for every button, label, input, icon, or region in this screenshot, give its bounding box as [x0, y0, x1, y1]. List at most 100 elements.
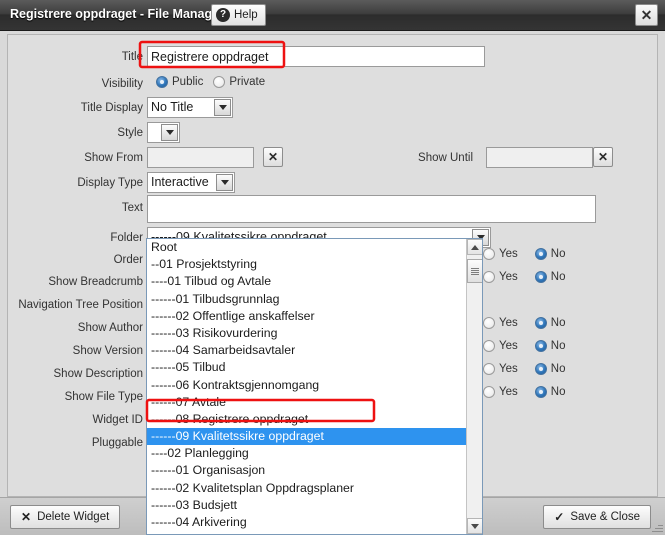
folder-option[interactable]: ------08 Registrere oppdraget: [147, 411, 467, 428]
radio-yes[interactable]: [483, 386, 495, 398]
folder-option[interactable]: ------07 Avtale: [147, 394, 467, 411]
show-until-input[interactable]: [486, 147, 593, 168]
help-button[interactable]: ? Help: [211, 4, 266, 26]
radio-option-no[interactable]: No: [534, 363, 566, 375]
radio-public[interactable]: [156, 76, 168, 88]
radio-option-no[interactable]: No: [534, 271, 565, 283]
navigation-tree-position-radio-group[interactable]: Yes No: [483, 271, 565, 283]
close-icon: ✕: [21, 510, 32, 524]
grip-icon: [471, 268, 479, 275]
folder-option[interactable]: ------04 Arkivering: [147, 514, 467, 531]
window-title: Registrere oppdraget - File Manager: [10, 7, 224, 21]
yes-label: Yes: [499, 271, 518, 283]
triangle-up-icon: [471, 244, 479, 250]
radio-no[interactable]: [534, 340, 547, 352]
folder-option[interactable]: ------05 Tilbud: [147, 359, 467, 376]
title-display-select[interactable]: No Title: [147, 97, 233, 118]
folder-option[interactable]: ------05 Oppstart, innføring: [147, 531, 467, 534]
scroll-up-button[interactable]: [467, 239, 482, 255]
chevron-down-icon[interactable]: [216, 174, 233, 191]
folder-option[interactable]: ------09 Kvalitetssikre oppdraget: [147, 428, 467, 446]
visibility-private-option[interactable]: Private: [213, 76, 265, 88]
show-file-type-radio-group[interactable]: Yes No: [483, 386, 565, 398]
radio-option-no[interactable]: No: [534, 317, 565, 329]
no-label: No: [550, 340, 566, 352]
folder-option[interactable]: ----01 Tilbud og Avtale: [147, 273, 467, 290]
chevron-down-icon[interactable]: [214, 99, 231, 116]
help-button-label: Help: [234, 9, 258, 21]
radio-no[interactable]: [534, 271, 547, 283]
folder-option[interactable]: ------04 Samarbeidsavtaler: [147, 342, 467, 359]
triangle-down-icon: [471, 523, 479, 529]
yes-label: Yes: [499, 363, 518, 375]
display-type-value: Interactive: [151, 175, 209, 189]
delete-widget-label: Delete Widget: [37, 511, 110, 523]
folder-option[interactable]: Root: [147, 239, 467, 256]
check-icon: ✓: [554, 510, 565, 524]
style-select[interactable]: [147, 122, 180, 143]
radio-no[interactable]: [534, 317, 547, 329]
show-author-radio-group[interactable]: Yes No: [483, 317, 565, 329]
label-show-file-type: Show File Type: [64, 391, 143, 403]
radio-option-yes[interactable]: Yes: [483, 317, 518, 329]
label-show-author: Show Author: [77, 322, 143, 334]
folder-option[interactable]: ------01 Organisasjon: [147, 462, 467, 479]
delete-widget-button[interactable]: ✕ Delete Widget: [10, 505, 121, 529]
folder-option[interactable]: ----02 Planlegging: [147, 445, 467, 462]
no-label: No: [550, 363, 566, 375]
folder-option-list[interactable]: Root --01 Prosjektstyring ----01 Tilbud og…: [147, 239, 467, 534]
display-type-select[interactable]: Interactive: [147, 172, 235, 193]
show-description-radio-group[interactable]: Yes No: [483, 363, 565, 375]
folder-option[interactable]: ------03 Budsjett: [147, 497, 467, 514]
label-show-version: Show Version: [72, 345, 143, 357]
radio-private[interactable]: [213, 76, 226, 88]
radio-no[interactable]: [534, 363, 547, 375]
scroll-down-button[interactable]: [467, 518, 482, 534]
radio-option-yes[interactable]: Yes: [483, 363, 518, 375]
folder-option[interactable]: ------03 Risikovurdering: [147, 325, 467, 342]
show-until-clear-button[interactable]: ✕: [593, 147, 613, 167]
chevron-down-icon[interactable]: [161, 124, 178, 141]
radio-yes[interactable]: [483, 271, 495, 283]
radio-option-no[interactable]: No: [534, 340, 566, 352]
save-and-close-button[interactable]: ✓ Save & Close: [543, 505, 651, 529]
radio-no[interactable]: [534, 248, 547, 260]
radio-option-yes[interactable]: Yes: [483, 340, 518, 352]
scrollbar-thumb[interactable]: [467, 259, 482, 283]
resize-grip-icon[interactable]: [651, 521, 663, 533]
label-title: Title: [121, 51, 143, 63]
folder-option[interactable]: ------02 Offentlige anskaffelser: [147, 308, 467, 325]
folder-dropdown-list[interactable]: Root --01 Prosjektstyring ----01 Tilbud og…: [146, 238, 483, 535]
folder-option[interactable]: ------01 Tilbudsgrunnlag: [147, 291, 467, 308]
folder-option[interactable]: ------02 Kvalitetsplan Oppdragsplaner: [147, 480, 467, 497]
radio-no[interactable]: [534, 386, 547, 398]
close-button[interactable]: ✕: [635, 4, 658, 26]
visibility-public-label: Public: [172, 76, 204, 88]
radio-yes[interactable]: [483, 340, 495, 352]
title-bar: Registrere oppdraget - File Manager ? He…: [0, 0, 665, 31]
radio-yes[interactable]: [483, 363, 495, 375]
label-show-description: Show Description: [53, 368, 143, 380]
radio-option-yes[interactable]: Yes: [483, 248, 518, 260]
radio-option-no[interactable]: No: [534, 248, 566, 260]
text-textarea[interactable]: [147, 195, 596, 223]
radio-option-yes[interactable]: Yes: [483, 271, 518, 283]
folder-option[interactable]: ------06 Kontraktsgjennomgang: [147, 377, 467, 394]
yes-label: Yes: [499, 386, 518, 398]
show-from-clear-button[interactable]: ✕: [263, 147, 283, 167]
show-breadcrumb-radio-group[interactable]: Yes No: [483, 248, 565, 260]
show-from-input[interactable]: [147, 147, 254, 168]
folder-option[interactable]: --01 Prosjektstyring: [147, 256, 467, 273]
show-version-radio-group[interactable]: Yes No: [483, 340, 565, 352]
radio-yes[interactable]: [483, 317, 495, 329]
radio-option-yes[interactable]: Yes: [483, 386, 518, 398]
radio-option-no[interactable]: No: [534, 386, 565, 398]
visibility-radio-group[interactable]: Public Private: [156, 76, 265, 88]
visibility-public-option[interactable]: Public: [156, 76, 203, 88]
title-input[interactable]: [147, 46, 485, 67]
dropdown-scrollbar[interactable]: [466, 239, 482, 534]
no-label: No: [550, 248, 566, 260]
label-style: Style: [117, 127, 143, 139]
radio-yes[interactable]: [483, 248, 495, 260]
label-pluggable: Pluggable: [91, 437, 143, 449]
